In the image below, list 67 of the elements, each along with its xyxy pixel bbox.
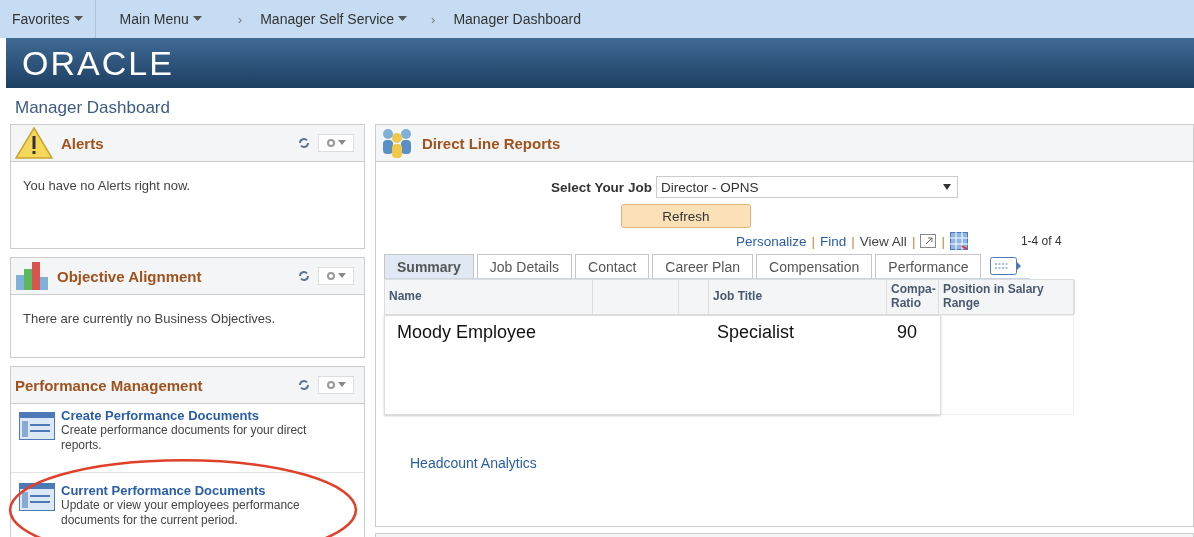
link-description: Update or view your employees performance documents for the current period.: [61, 498, 301, 528]
new-window-icon[interactable]: [920, 234, 937, 248]
settings-button[interactable]: [318, 134, 354, 152]
spreadsheet-icon[interactable]: [949, 232, 968, 250]
caret-icon: [338, 273, 346, 279]
pagelet-title: Direct Line Reports: [422, 134, 562, 152]
pagelet-title: Performance Management: [15, 376, 204, 394]
separator: |: [851, 233, 855, 249]
caret-icon: [338, 382, 346, 388]
table-cell-text: Moody Employee: [396, 322, 538, 344]
pagelet-message: You have no Alerts right now.: [22, 177, 192, 195]
pagelet-message: There are currently no Business Objectives.: [22, 310, 277, 328]
row-count: 1-4 of 4: [1020, 234, 1062, 248]
tab[interactable]: Summary: [384, 254, 474, 278]
dropdown-arrow-icon: [942, 184, 951, 190]
tab[interactable]: Contact: [575, 254, 650, 278]
field-label: Select Your Job: [551, 179, 652, 195]
nav-menu-item[interactable]: Favorites: [0, 0, 95, 38]
column-header: Job Title: [709, 280, 887, 314]
tab[interactable]: Career Plan: [652, 254, 754, 278]
breadcrumb-separator: ›: [236, 11, 244, 27]
document-list-icon: [19, 412, 55, 440]
tab[interactable]: Performance: [875, 254, 982, 278]
tab[interactable]: Compensation: [756, 254, 873, 278]
document-link[interactable]: Create Performance Documents: [61, 408, 323, 423]
breadcrumb-separator: ›: [430, 11, 437, 27]
caret-icon: [398, 16, 408, 22]
separator: |: [941, 233, 945, 249]
more-tabs-icon[interactable]: [990, 257, 1023, 275]
tab[interactable]: Job Details: [476, 254, 573, 278]
caret-icon: [338, 140, 346, 146]
logo: ORACLE: [22, 43, 174, 83]
column-header: Position in Salary Range: [939, 280, 1075, 314]
pagelet-title: Objective Alignment: [57, 267, 203, 285]
separator: |: [911, 233, 916, 249]
separator: |: [811, 233, 816, 249]
table-cell-text: Specialist: [716, 322, 796, 344]
bar-chart-icon: [15, 261, 49, 291]
column-header: Name: [385, 280, 593, 314]
link-description: Create performance documents for your direct reports.: [61, 423, 308, 453]
gear-icon: [326, 271, 336, 281]
settings-button[interactable]: [318, 376, 354, 394]
column-header: Compa-Ratio: [887, 280, 939, 314]
document-list-icon: [19, 483, 55, 511]
caret-icon: [73, 16, 83, 22]
gear-icon: [326, 380, 336, 390]
people-group-icon: [380, 127, 414, 159]
table-cell-text: 90: [896, 322, 919, 344]
refresh-icon[interactable]: [298, 270, 310, 282]
warning-icon: [15, 126, 53, 160]
page-title: Manager Dashboard: [14, 97, 171, 119]
nav-menu-item[interactable]: Manager Self Service: [248, 0, 420, 38]
analytics-link[interactable]: Headcount Analytics: [410, 455, 1185, 471]
nav-menu-item[interactable]: Main Menu: [95, 0, 226, 38]
job-select[interactable]: Director - OPNS: [655, 176, 958, 198]
document-link[interactable]: Current Performance Documents: [61, 483, 323, 498]
caret-icon: [192, 16, 202, 22]
grid-link[interactable]: Find: [820, 233, 847, 249]
grid-link[interactable]: View All: [859, 233, 907, 249]
gear-icon: [326, 138, 336, 148]
pagelet-title: Alerts: [61, 134, 105, 152]
nav-menu-item[interactable]: Manager Dashboard: [441, 0, 593, 38]
refresh-button[interactable]: Refresh: [621, 204, 751, 228]
settings-button[interactable]: [318, 267, 354, 285]
grid-link[interactable]: Personalize: [736, 233, 807, 249]
refresh-icon[interactable]: [298, 137, 310, 149]
refresh-icon[interactable]: [298, 379, 310, 391]
